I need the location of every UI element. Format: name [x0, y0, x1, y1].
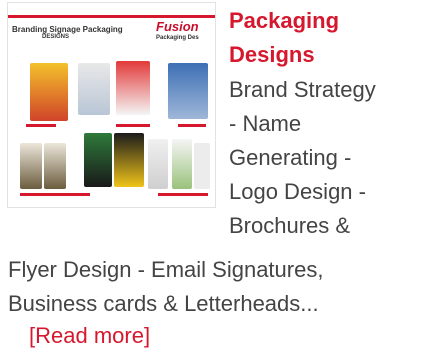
product-pack-green: [84, 133, 112, 187]
product-chips-bag: [30, 63, 68, 121]
brand-logo-subtitle: Packaging Des: [156, 35, 199, 41]
product-box-white: [194, 143, 210, 189]
product-jar-2: [44, 143, 66, 189]
post-title-line[interactable]: Packaging: [229, 4, 419, 38]
excerpt-line: - Name: [229, 111, 302, 136]
excerpt-line: Generating -: [229, 145, 352, 170]
read-more-link[interactable]: [Read more]: [29, 321, 150, 351]
bottom-row-base-line: [158, 193, 208, 196]
top-row-base-line: [26, 124, 56, 127]
product-box-plant: [172, 139, 192, 189]
bottom-row-base-line: [20, 193, 90, 196]
excerpt-line: Brochures &: [229, 213, 351, 238]
product-box-grey: [148, 139, 168, 189]
header-red-line: [8, 15, 215, 18]
excerpt-line: Business cards & Letterheads...: [8, 291, 319, 316]
top-row-base-line: [116, 124, 150, 127]
excerpt-line: Flyer Design - Email Signatures,: [8, 257, 324, 282]
product-sign-yellow: [114, 133, 144, 187]
thumbnail-header-sub: DESIGNS: [42, 34, 70, 40]
thumbnail-header-text: Branding Signage Packaging: [12, 25, 123, 34]
post-excerpt-right: Brand Strategy - Name Generating - Logo …: [229, 73, 424, 243]
product-pouch-white: [78, 63, 110, 115]
post-title[interactable]: Packaging Designs: [229, 4, 419, 72]
excerpt-line: Brand Strategy: [229, 77, 376, 102]
product-cement-bag: [168, 63, 208, 119]
top-row-base-line: [178, 124, 206, 127]
product-jar-1: [20, 143, 42, 189]
brand-logo: Fusion: [156, 19, 199, 34]
product-box-red: [116, 61, 150, 115]
post-excerpt-full: Flyer Design - Email Signatures, Busines…: [8, 253, 424, 321]
excerpt-line: Logo Design -: [229, 179, 366, 204]
packaging-designs-thumbnail[interactable]: Branding Signage Packaging DESIGNS Fusio…: [7, 2, 216, 208]
post-title-line[interactable]: Designs: [229, 38, 419, 72]
